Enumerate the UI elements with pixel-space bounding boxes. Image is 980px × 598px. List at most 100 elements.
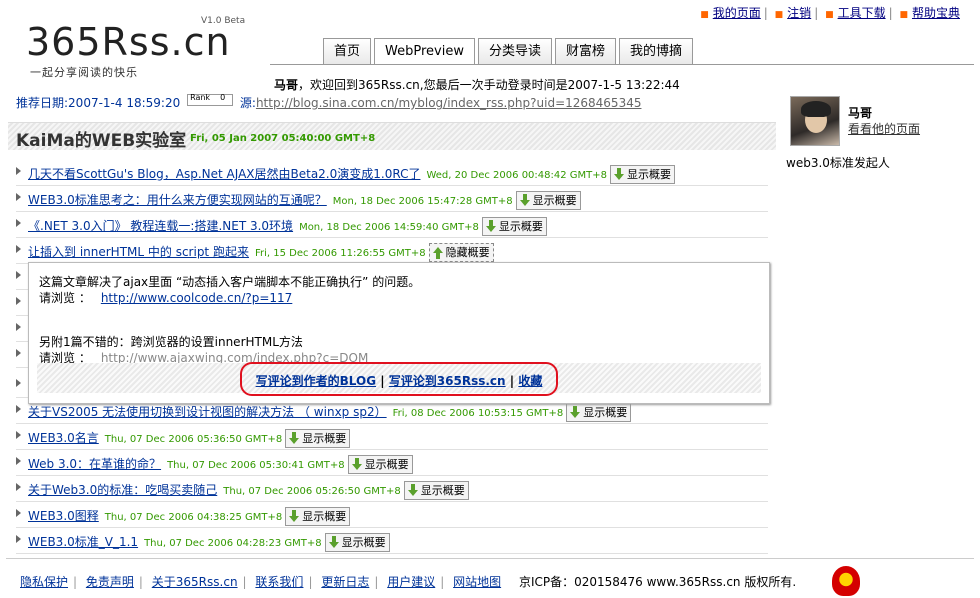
arrow-icon <box>16 405 21 413</box>
list-item: WEB3.0图释 Thu, 07 Dec 2006 04:38:25 GMT+8 显… <box>16 502 768 528</box>
footer-link-disclaimer[interactable]: 免责声明 <box>86 575 134 589</box>
list-item: Web 3.0：在革谁的命？ Thu, 07 Dec 2006 05:30:41 … <box>16 450 768 476</box>
source-label: 源: <box>239 96 256 110</box>
footer-link-about[interactable]: 关于365Rss.cn <box>152 575 238 589</box>
rank-badge: Rank 0 <box>187 93 234 106</box>
item-title[interactable]: WEB3.0标准_V_1.1 <box>28 535 138 549</box>
item-title[interactable]: 关于Web3.0的标准：吃喝买卖随己 <box>28 483 217 497</box>
logo-text: 365Rss.cn <box>26 20 231 64</box>
item-date: Thu, 07 Dec 2006 04:28:23 GMT+8 <box>144 538 322 549</box>
summary-link-coolcode[interactable]: http://www.coolcode.cn/?p=117 <box>101 291 292 305</box>
arrow-icon <box>16 245 21 253</box>
arrow-icon <box>16 457 21 465</box>
item-date: Mon, 18 Dec 2006 14:59:40 GMT+8 <box>299 222 479 233</box>
item-title[interactable]: 让插入到 innerHTML 中的 script 跑起来 <box>28 245 249 259</box>
arrow-icon <box>16 349 21 357</box>
browse-label: 请浏览 ： <box>39 291 91 305</box>
item-title[interactable]: Web 3.0：在革谁的命？ <box>28 457 161 471</box>
list-item: 几天不看ScottGu's Blog，Asp.Net AJAX居然由Beta2.… <box>16 160 768 186</box>
top-link-help[interactable]: 帮助宝典 <box>912 6 960 20</box>
main-tabs: 首页 WebPreview 分类导读 财富榜 我的博摘 <box>323 38 696 64</box>
icp-copyright: 京ICP备：020158476 www.365Rss.cn 版权所有. <box>518 575 797 589</box>
arrow-icon <box>16 509 21 517</box>
sidebar-username: 马哥 <box>848 106 873 120</box>
tab-categories[interactable]: 分类导读 <box>477 38 552 64</box>
arrow-icon <box>16 271 21 279</box>
footer-divider <box>6 558 974 559</box>
welcome-user: 马哥 <box>274 78 299 92</box>
top-link-logout[interactable]: 注销 <box>787 6 811 20</box>
tab-webpreview[interactable]: WebPreview <box>374 38 475 64</box>
view-user-page-link[interactable]: 看看他的页面 <box>848 120 920 137</box>
user-sidebar: 马哥 看看他的页面 web3.0标准发起人 <box>786 96 920 170</box>
list-item: 关于Web3.0的标准：吃喝买卖随己 Thu, 07 Dec 2006 05:26… <box>16 476 768 502</box>
footer-link-feedback[interactable]: 用户建议 <box>387 575 435 589</box>
footer-link-contact[interactable]: 联系我们 <box>255 575 303 589</box>
footer-link-changelog[interactable]: 更新日志 <box>321 575 369 589</box>
tab-wealth[interactable]: 财富榜 <box>554 38 616 64</box>
download-arrow-icon <box>289 432 300 444</box>
arrow-icon <box>16 297 21 305</box>
feed-date: Fri, 05 Jan 2007 05:40:00 GMT+8 <box>190 133 376 144</box>
item-title[interactable]: 关于VS2005 无法使用切换到设计视图的解决方法 （ winxp sp2） <box>28 405 387 419</box>
download-arrow-icon <box>570 406 581 418</box>
footer-link-privacy[interactable]: 隐私保护 <box>20 575 68 589</box>
police-badge-icon[interactable] <box>832 566 860 596</box>
download-arrow-icon <box>328 536 339 548</box>
list-item: WEB3.0标准思考之：用什么来方便实现网站的互通呢？ Mon, 18 Dec 2… <box>16 186 768 212</box>
feed-meta: 推荐日期:2007-1-4 18:59:20 Rank 0 源:http://bl… <box>16 93 642 111</box>
download-arrow-icon <box>351 458 362 470</box>
arrow-icon <box>16 193 21 201</box>
recommend-date: 推荐日期:2007-1-4 18:59:20 <box>16 96 181 110</box>
feed-title[interactable]: KaiMa的WEB实验室 <box>16 126 186 151</box>
item-title[interactable]: 几天不看ScottGu's Blog，Asp.Net AJAX居然由Beta2.… <box>28 167 420 181</box>
bullet-icon: ■ <box>899 10 908 20</box>
feed-title-bar: KaiMa的WEB实验室 Fri, 05 Jan 2007 05:40:00 G… <box>8 122 776 151</box>
arrow-icon <box>16 431 21 439</box>
footer-link-sitemap[interactable]: 网站地图 <box>453 575 501 589</box>
item-date: Thu, 07 Dec 2006 05:26:50 GMT+8 <box>223 486 401 497</box>
show-summary-button[interactable]: 显示概要 <box>610 165 676 184</box>
show-summary-button[interactable]: 显示概要 <box>324 533 390 552</box>
show-summary-button[interactable]: 显示概要 <box>481 217 547 236</box>
item-title[interactable]: WEB3.0名言 <box>28 431 99 445</box>
arrow-icon <box>16 323 21 331</box>
arrow-icon <box>16 535 21 543</box>
show-summary-button[interactable]: 显示概要 <box>285 429 351 448</box>
item-date: Fri, 15 Dec 2006 11:26:55 GMT+8 <box>254 248 426 259</box>
download-arrow-icon <box>407 484 418 496</box>
show-summary-button[interactable]: 显示概要 <box>403 481 469 500</box>
item-date: Mon, 18 Dec 2006 15:47:28 GMT+8 <box>332 196 513 207</box>
source-url[interactable]: http://blog.sina.com.cn/myblog/index_rss… <box>256 96 642 110</box>
item-date: Thu, 07 Dec 2006 05:36:50 GMT+8 <box>104 434 283 445</box>
item-title[interactable]: WEB3.0标准思考之：用什么来方便实现网站的互通呢？ <box>28 193 327 207</box>
download-arrow-icon <box>289 510 300 522</box>
show-summary-button[interactable]: 显示概要 <box>515 191 581 210</box>
list-item: WEB3.0名言 Thu, 07 Dec 2006 05:36:50 GMT+8 显… <box>16 424 768 450</box>
item-date: Fri, 08 Dec 2006 10:53:15 GMT+8 <box>392 408 564 419</box>
bullet-icon: ■ <box>700 10 709 20</box>
download-arrow-icon <box>614 168 625 180</box>
list-item: WEB3.0标准_V_1.1 Thu, 07 Dec 2006 04:28:23 … <box>16 528 768 554</box>
list-item: 《.NET 3.0入门》 教程连载一:搭建.NET 3.0环境 Mon, 18 D… <box>16 212 768 238</box>
item-date: Thu, 07 Dec 2006 05:30:41 GMT+8 <box>167 460 345 471</box>
show-summary-button[interactable]: 显示概要 <box>285 507 351 526</box>
arrow-icon <box>16 167 21 175</box>
top-link-my-page[interactable]: 我的页面 <box>713 6 761 20</box>
avatar[interactable] <box>790 96 840 146</box>
hide-summary-button[interactable]: 隐藏概要 <box>428 243 494 262</box>
footer: 隐私保护 | 免责声明 | 关于365Rss.cn | 联系我们 | 更新日志 | 用户建… <box>20 575 797 589</box>
item-title[interactable]: 《.NET 3.0入门》 教程连载一:搭建.NET 3.0环境 <box>28 219 293 233</box>
site-logo[interactable]: 365Rss.cn <box>26 20 231 64</box>
arrow-icon <box>16 379 21 387</box>
bullet-icon: ■ <box>774 10 784 20</box>
logo-slogan: 一起分享阅读的快乐 <box>30 66 138 79</box>
top-link-tools[interactable]: 工具下载 <box>838 6 886 20</box>
bullet-icon: ■ <box>825 10 834 20</box>
item-title[interactable]: WEB3.0图释 <box>28 509 99 523</box>
tab-my-digest[interactable]: 我的博摘 <box>619 38 694 64</box>
tab-home[interactable]: 首页 <box>323 38 372 64</box>
show-summary-button[interactable]: 显示概要 <box>347 455 413 474</box>
item-date: Thu, 07 Dec 2006 04:38:25 GMT+8 <box>104 512 283 523</box>
show-summary-button[interactable]: 显示概要 <box>566 403 632 422</box>
